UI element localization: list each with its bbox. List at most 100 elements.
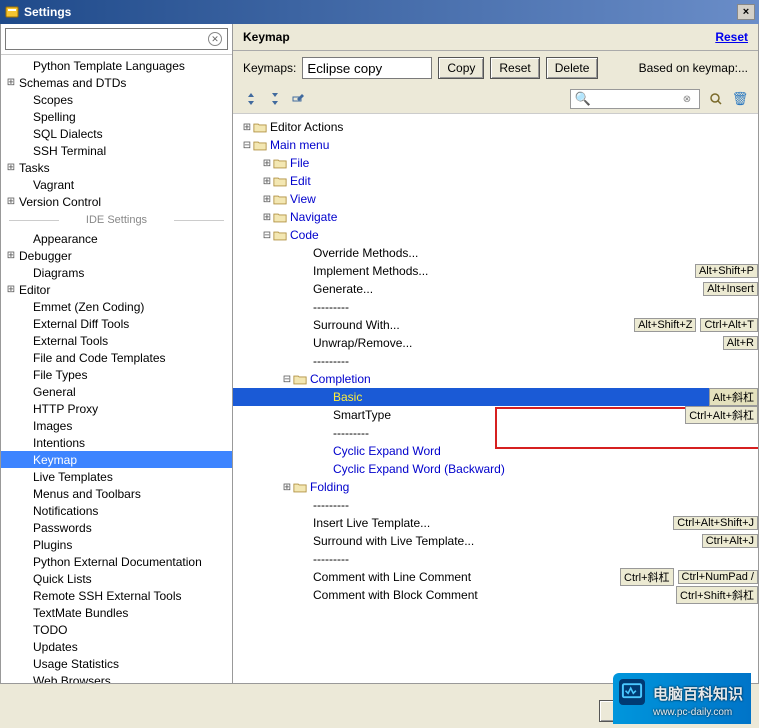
sidebar-item[interactable]: Emmet (Zen Coding) bbox=[1, 298, 232, 315]
sidebar-item[interactable]: Python Template Languages bbox=[1, 57, 232, 74]
sidebar-item[interactable]: Intentions bbox=[1, 434, 232, 451]
sidebar-item-label: Remote SSH External Tools bbox=[31, 589, 182, 603]
keymap-tree[interactable]: ⊞Editor Actions⊟Main menu⊞File⊞Edit⊞View… bbox=[233, 114, 758, 683]
sidebar-item[interactable]: Web Browsers bbox=[1, 672, 232, 683]
twisty-icon[interactable]: ⊞ bbox=[261, 158, 273, 169]
sidebar-item[interactable]: TODO bbox=[1, 621, 232, 638]
keymap-search[interactable]: 🔍 ⊗ bbox=[570, 89, 700, 109]
reset-button[interactable]: Reset bbox=[490, 57, 539, 79]
copy-button[interactable]: Copy bbox=[438, 57, 484, 79]
keymap-action[interactable]: Implement Methods...Alt+Shift+P bbox=[233, 262, 758, 280]
keymap-action[interactable]: Comment with Block CommentCtrl+Shift+斜杠 bbox=[233, 586, 758, 604]
sidebar-item[interactable]: Remote SSH External Tools bbox=[1, 587, 232, 604]
keymap-action[interactable]: --------- bbox=[233, 496, 758, 514]
sidebar-item[interactable]: Live Templates bbox=[1, 468, 232, 485]
sidebar-item[interactable]: Usage Statistics bbox=[1, 655, 232, 672]
twisty-icon[interactable]: ⊞ bbox=[5, 284, 17, 295]
keymap-action[interactable]: SmartTypeCtrl+Alt+斜杠 bbox=[233, 406, 758, 424]
clear-search-icon[interactable]: ⊗ bbox=[679, 91, 695, 107]
collapse-all-icon[interactable] bbox=[267, 91, 283, 107]
sidebar-item[interactable]: Python External Documentation bbox=[1, 553, 232, 570]
keymap-folder[interactable]: ⊟Completion bbox=[233, 370, 758, 388]
sidebar-item[interactable]: Images bbox=[1, 417, 232, 434]
twisty-icon[interactable]: ⊞ bbox=[261, 212, 273, 223]
keymap-action[interactable]: Surround with Live Template...Ctrl+Alt+J bbox=[233, 532, 758, 550]
twisty-icon[interactable]: ⊞ bbox=[5, 77, 17, 88]
twisty-icon[interactable]: ⊞ bbox=[261, 194, 273, 205]
keymap-action[interactable]: --------- bbox=[233, 424, 758, 442]
sidebar-item[interactable]: Updates bbox=[1, 638, 232, 655]
reset-link[interactable]: Reset bbox=[715, 30, 748, 44]
keymap-folder[interactable]: ⊞ Navigate bbox=[233, 208, 758, 226]
sidebar-item[interactable]: ⊞Version Control bbox=[1, 193, 232, 210]
keymap-folder[interactable]: ⊞Folding bbox=[233, 478, 758, 496]
sidebar-item-label: External Diff Tools bbox=[31, 317, 129, 331]
sidebar-item[interactable]: ⊞Editor bbox=[1, 281, 232, 298]
sidebar-item[interactable]: Diagrams bbox=[1, 264, 232, 281]
sidebar-item[interactable]: File Types bbox=[1, 366, 232, 383]
sidebar-item[interactable]: ⊞Schemas and DTDs bbox=[1, 74, 232, 91]
keymap-action[interactable]: Surround With...Alt+Shift+ZCtrl+Alt+T bbox=[233, 316, 758, 334]
edit-shortcut-icon[interactable] bbox=[291, 91, 307, 107]
keymap-action[interactable]: Cyclic Expand Word bbox=[233, 442, 758, 460]
keymap-folder[interactable]: ⊞File bbox=[233, 154, 758, 172]
sidebar-item-label: Updates bbox=[31, 640, 78, 654]
folder-icon bbox=[253, 121, 267, 133]
find-by-shortcut-icon[interactable] bbox=[708, 91, 724, 107]
keymap-action[interactable]: Unwrap/Remove...Alt+R bbox=[233, 334, 758, 352]
keymap-action[interactable]: --------- bbox=[233, 352, 758, 370]
sidebar-item[interactable]: Menus and Toolbars bbox=[1, 485, 232, 502]
sidebar-item[interactable]: HTTP Proxy bbox=[1, 400, 232, 417]
keymaps-label: Keymaps: bbox=[243, 61, 296, 75]
sidebar-item[interactable]: External Diff Tools bbox=[1, 315, 232, 332]
twisty-icon[interactable]: ⊞ bbox=[5, 162, 17, 173]
keymap-folder[interactable]: ⊞View bbox=[233, 190, 758, 208]
sidebar-item[interactable]: Notifications bbox=[1, 502, 232, 519]
sidebar-item[interactable]: External Tools bbox=[1, 332, 232, 349]
keymap-label: Navigate bbox=[290, 210, 758, 224]
sidebar-item[interactable]: Appearance bbox=[1, 230, 232, 247]
twisty-icon[interactable]: ⊞ bbox=[281, 482, 293, 493]
sidebar-item[interactable]: Keymap bbox=[1, 451, 232, 468]
keymap-action[interactable]: Cyclic Expand Word (Backward) bbox=[233, 460, 758, 478]
sidebar-item[interactable]: Passwords bbox=[1, 519, 232, 536]
keymap-action[interactable]: Generate...Alt+Insert bbox=[233, 280, 758, 298]
keymap-action[interactable]: BasicAlt+斜杠 bbox=[233, 388, 758, 406]
twisty-icon[interactable]: ⊟ bbox=[261, 230, 273, 241]
keymap-action[interactable]: --------- bbox=[233, 298, 758, 316]
keymap-action[interactable]: Override Methods... bbox=[233, 244, 758, 262]
clear-icon[interactable]: ✕ bbox=[208, 32, 222, 46]
sidebar-item[interactable]: SQL Dialects bbox=[1, 125, 232, 142]
twisty-icon[interactable]: ⊟ bbox=[281, 374, 293, 385]
sidebar-item[interactable]: SSH Terminal bbox=[1, 142, 232, 159]
keymap-folder[interactable]: ⊞Editor Actions bbox=[233, 118, 758, 136]
sidebar-item[interactable]: Spelling bbox=[1, 108, 232, 125]
keymap-action[interactable]: Comment with Line CommentCtrl+斜杠Ctrl+Num… bbox=[233, 568, 758, 586]
twisty-icon[interactable]: ⊞ bbox=[5, 250, 17, 261]
sidebar-item[interactable]: Scopes bbox=[1, 91, 232, 108]
keymap-folder[interactable]: ⊟Main menu bbox=[233, 136, 758, 154]
keymap-action[interactable]: Insert Live Template...Ctrl+Alt+Shift+J bbox=[233, 514, 758, 532]
sidebar-item[interactable]: TextMate Bundles bbox=[1, 604, 232, 621]
sidebar-item[interactable]: Quick Lists bbox=[1, 570, 232, 587]
twisty-icon[interactable]: ⊞ bbox=[261, 176, 273, 187]
keymap-folder[interactable]: ⊞Edit bbox=[233, 172, 758, 190]
sidebar-item[interactable]: File and Code Templates bbox=[1, 349, 232, 366]
settings-tree[interactable]: Python Template Languages⊞Schemas and DT… bbox=[1, 55, 232, 683]
keymap-folder[interactable]: ⊟Code bbox=[233, 226, 758, 244]
close-button[interactable]: × bbox=[737, 4, 755, 20]
expand-all-icon[interactable] bbox=[243, 91, 259, 107]
sidebar-item[interactable]: ⊞Debugger bbox=[1, 247, 232, 264]
twisty-icon[interactable]: ⊞ bbox=[241, 122, 253, 133]
search-input[interactable] bbox=[5, 28, 228, 50]
trash-icon[interactable]: 🗑 bbox=[732, 91, 748, 107]
sidebar-item[interactable]: Vagrant bbox=[1, 176, 232, 193]
keymap-action[interactable]: --------- bbox=[233, 550, 758, 568]
sidebar-item[interactable]: General bbox=[1, 383, 232, 400]
sidebar-item[interactable]: Plugins bbox=[1, 536, 232, 553]
keymaps-select[interactable] bbox=[302, 57, 432, 79]
sidebar-item[interactable]: ⊞Tasks bbox=[1, 159, 232, 176]
twisty-icon[interactable]: ⊟ bbox=[241, 140, 253, 151]
twisty-icon[interactable]: ⊞ bbox=[5, 196, 17, 207]
delete-button[interactable]: Delete bbox=[546, 57, 599, 79]
